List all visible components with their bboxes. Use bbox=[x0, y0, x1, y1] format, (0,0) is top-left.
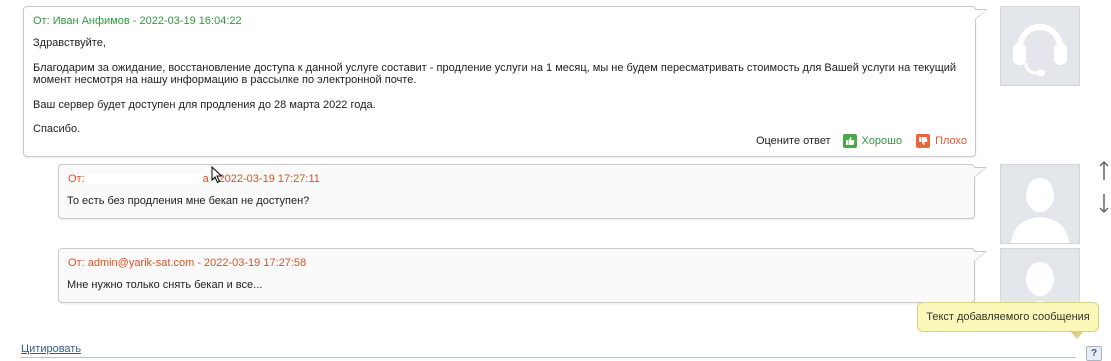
message-body: Здравствуйте, Благодарим за ожидание, во… bbox=[33, 37, 958, 136]
message-support: От: Иван Анфимов - 2022-03-19 16:04:22 З… bbox=[23, 6, 988, 157]
message-paragraph: Здравствуйте, bbox=[33, 37, 106, 49]
message-paragraph: Ваш сервер будет доступен для продления … bbox=[33, 98, 376, 111]
thumbs-up-icon bbox=[842, 134, 857, 148]
person-icon bbox=[1020, 262, 1060, 308]
rate-good-label: Хорошо bbox=[861, 135, 903, 147]
help-icon[interactable]: ? bbox=[1086, 346, 1102, 361]
redacted-name bbox=[84, 174, 203, 185]
message-header: От: Иван Анфимов - 2022-03-19 16:04:22 bbox=[33, 15, 242, 27]
message-customer: От: а - 2022-03-19 17:27:11 То есть без п… bbox=[58, 164, 987, 219]
rate-bad-button[interactable]: Плохо bbox=[916, 134, 967, 148]
thumbs-down-icon bbox=[916, 134, 931, 148]
message-header: От: admin@yarik-sat.com - 2022-03-19 17:… bbox=[68, 257, 307, 269]
message-body: То есть без продления мне бекап не досту… bbox=[67, 195, 310, 207]
message-body: Мне нужно только снять бекап и все... bbox=[67, 279, 263, 291]
rate-good-button[interactable]: Хорошо bbox=[842, 134, 903, 148]
message-paragraph: Благодарим за ожидание, восстановление д… bbox=[33, 61, 957, 87]
user-avatar bbox=[1000, 164, 1080, 244]
reply-box-border bbox=[20, 357, 1076, 358]
rating-label: Оцените ответ bbox=[755, 135, 831, 147]
header-prefix: От: bbox=[68, 173, 85, 185]
tooltip: Текст добавляемого сообщения bbox=[917, 302, 1099, 339]
person-icon bbox=[1011, 178, 1069, 243]
rate-bad-label: Плохо bbox=[935, 135, 967, 147]
support-avatar bbox=[1000, 6, 1080, 86]
headset-icon bbox=[1013, 24, 1067, 77]
message-customer: От: admin@yarik-sat.com - 2022-03-19 17:… bbox=[58, 248, 987, 303]
mouse-cursor-icon bbox=[211, 166, 223, 184]
rating-bar: Оцените ответ Хорошо Плохо bbox=[756, 134, 967, 148]
message-header: От: а - 2022-03-19 17:27:11 bbox=[68, 173, 320, 185]
quote-link[interactable]: Цитировать bbox=[21, 343, 81, 355]
user-avatar bbox=[1000, 248, 1080, 309]
scroll-up-down-icon[interactable] bbox=[1097, 160, 1111, 216]
